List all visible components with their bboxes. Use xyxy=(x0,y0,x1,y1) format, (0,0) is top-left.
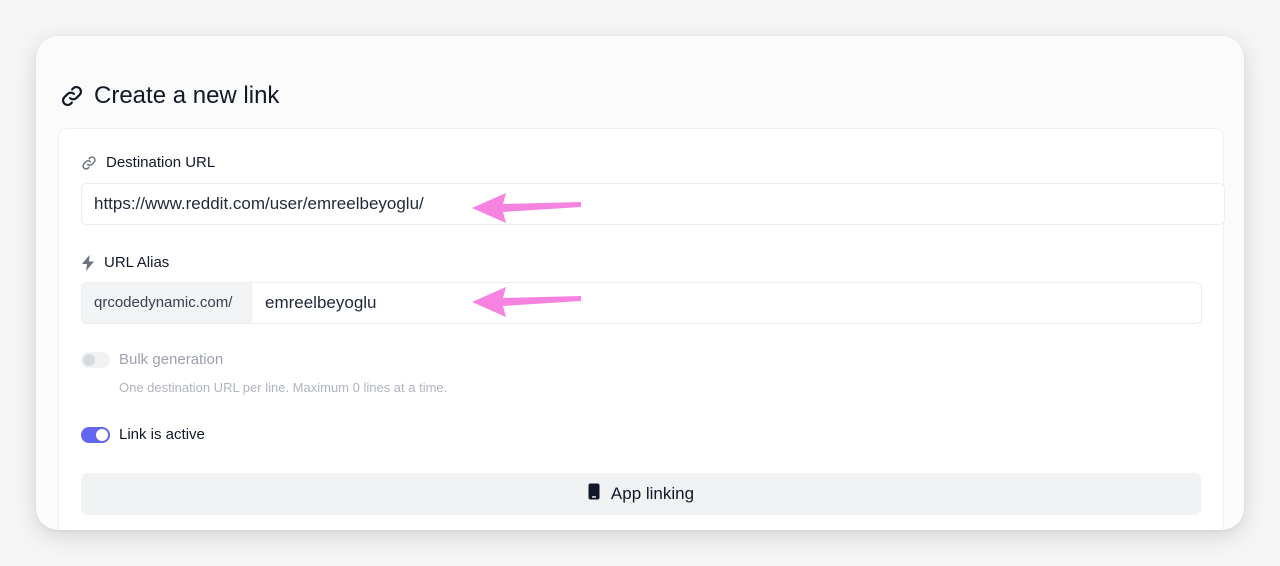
destination-url-label-text: Destination URL xyxy=(106,154,216,171)
app-linking-button[interactable]: App linking xyxy=(81,473,1201,515)
destination-url-input[interactable] xyxy=(81,183,1225,225)
app-linking-label: App linking xyxy=(610,484,695,503)
link-icon xyxy=(60,84,84,108)
url-alias-label: URL Alias xyxy=(81,254,169,271)
page-title: Create a new link xyxy=(94,82,280,109)
url-alias-group: qrcodedynamic.com/ xyxy=(81,282,1202,324)
bulk-generation-help: One destination URL per line. Maximum 0 … xyxy=(119,380,448,395)
annotation-arrow xyxy=(472,287,581,317)
bolt-icon xyxy=(81,254,95,271)
link-active-row: Link is active xyxy=(81,426,205,443)
card-header: Create a new link xyxy=(60,82,279,110)
link-icon xyxy=(81,155,97,171)
link-form: Destination URL URL Alias qrcodedynamic.… xyxy=(58,128,1225,530)
bulk-generation-toggle[interactable] xyxy=(81,351,110,368)
link-active-toggle[interactable] xyxy=(81,426,110,443)
mobile-phone-icon xyxy=(588,483,600,505)
bulk-generation-row: Bulk generation xyxy=(81,351,223,368)
destination-url-label: Destination URL xyxy=(81,154,215,171)
annotation-arrow xyxy=(472,193,581,223)
url-alias-input[interactable] xyxy=(252,283,1201,323)
create-link-card: Create a new link Destination URL URL Al… xyxy=(36,36,1244,530)
link-active-label: Link is active xyxy=(119,426,205,443)
alias-domain-prefix: qrcodedynamic.com/ xyxy=(82,283,252,323)
url-alias-label-text: URL Alias xyxy=(104,254,170,271)
bulk-generation-label: Bulk generation xyxy=(119,351,224,368)
